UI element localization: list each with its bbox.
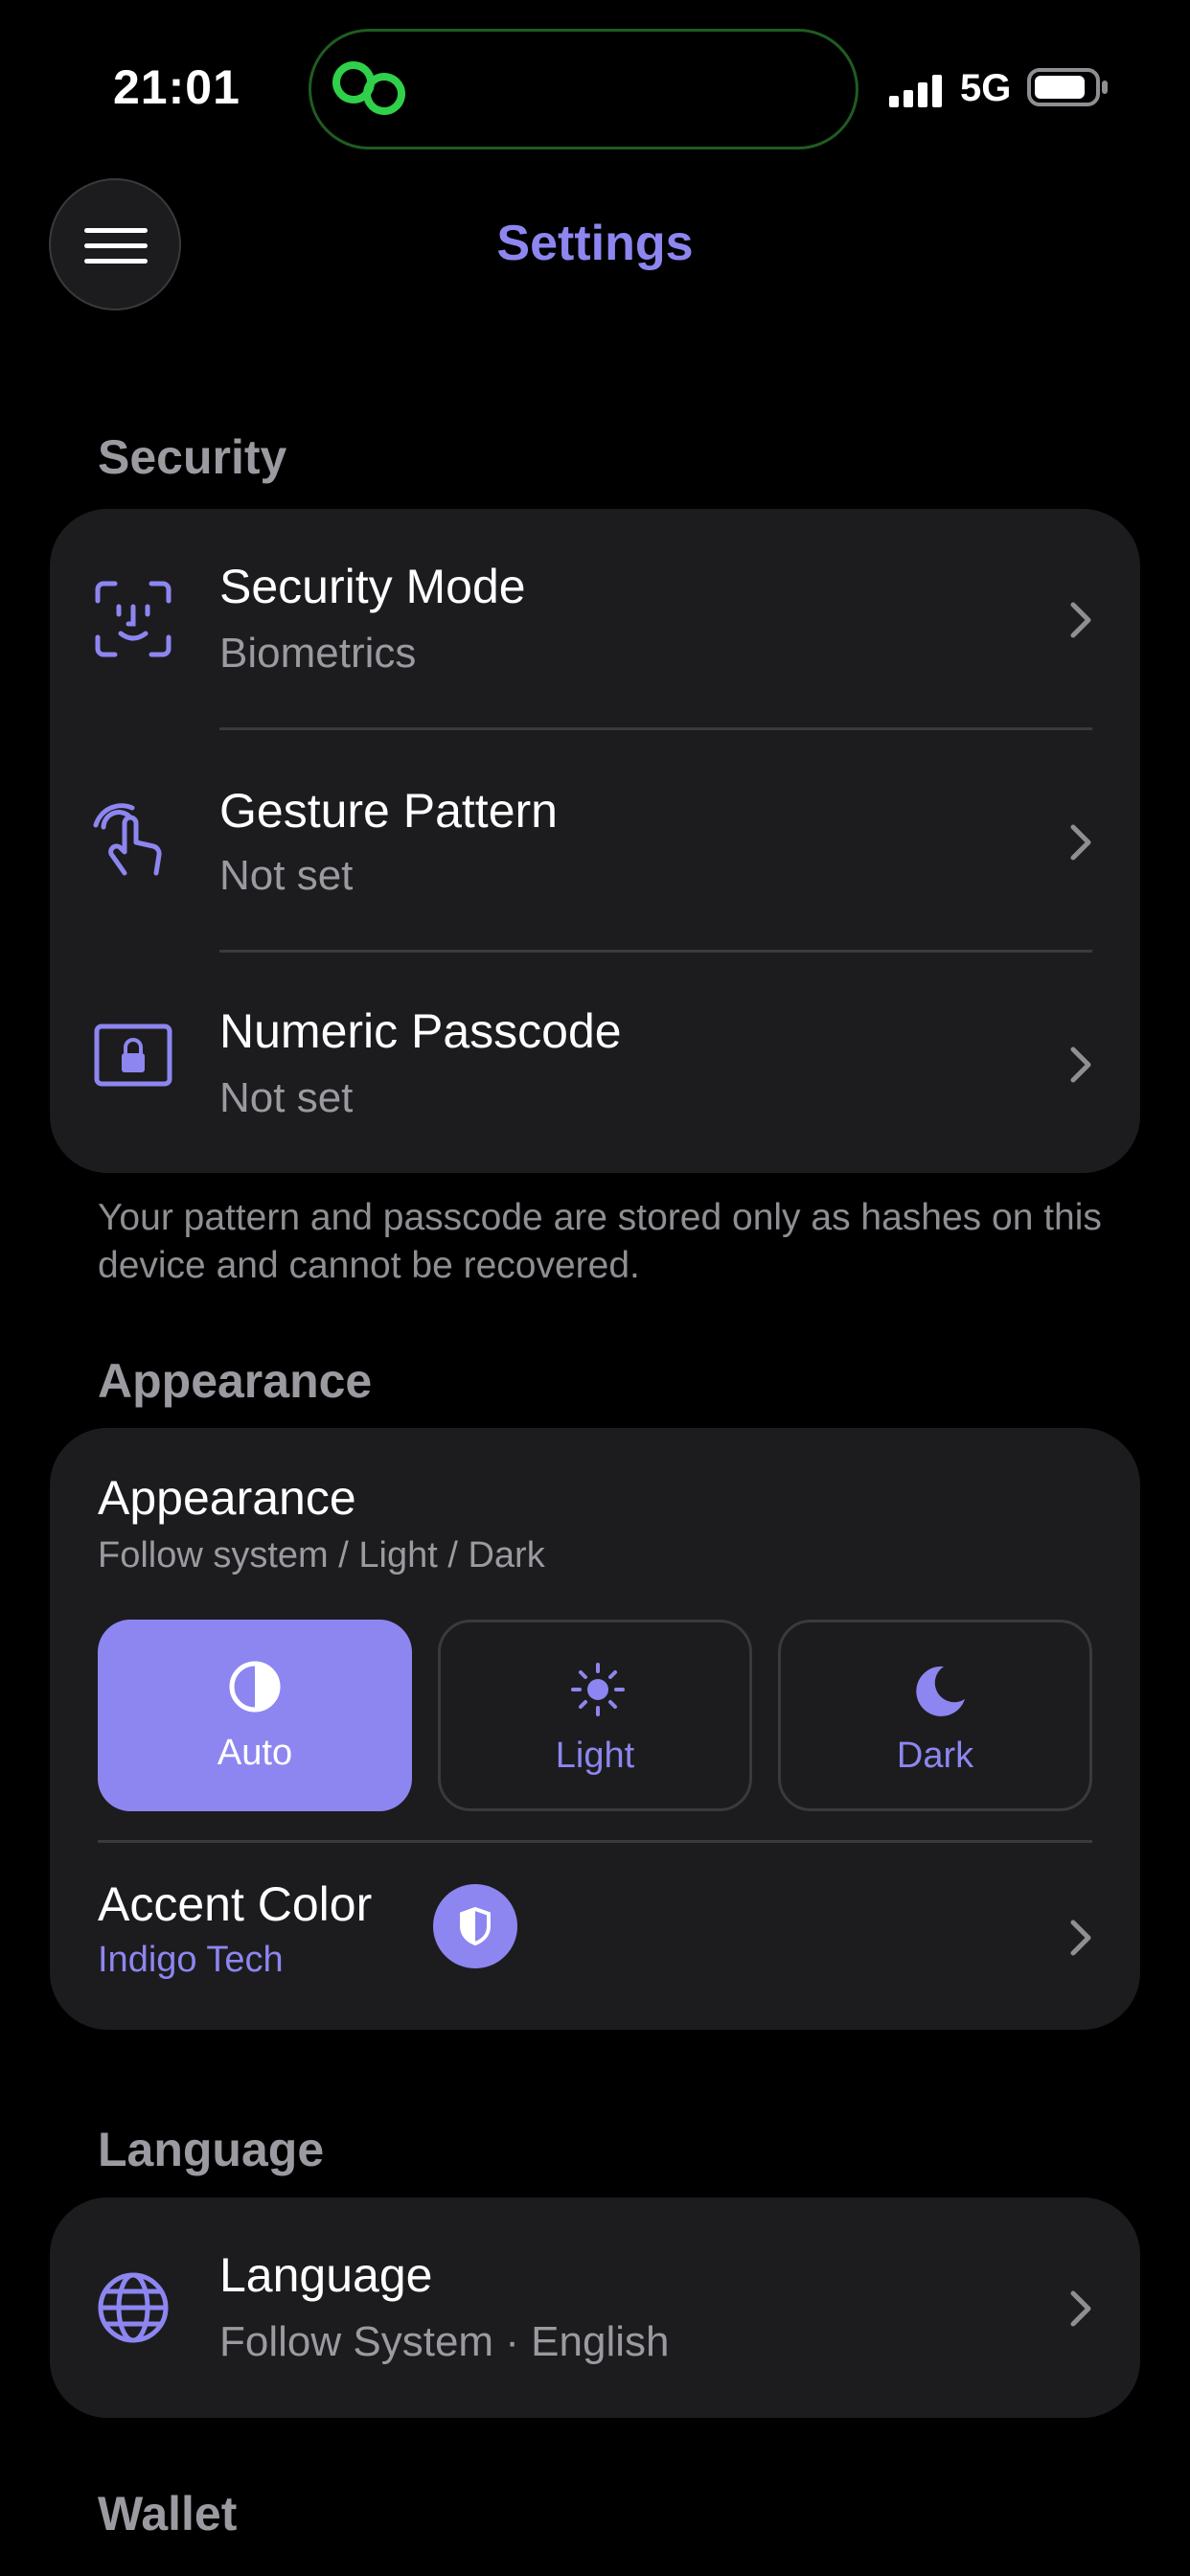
appearance-option-dark[interactable]: Dark bbox=[778, 1620, 1092, 1811]
chevron-right-icon bbox=[1070, 602, 1091, 638]
security-mode-row[interactable]: Security Mode Biometrics bbox=[50, 509, 1140, 731]
accent-color-title: Accent Color bbox=[98, 1877, 373, 1931]
language-title: Language bbox=[219, 2248, 433, 2302]
appearance-title: Appearance bbox=[98, 1471, 356, 1525]
gesture-pattern-row[interactable]: Gesture Pattern Not set bbox=[50, 731, 1140, 954]
numeric-passcode-title: Numeric Passcode bbox=[219, 1004, 622, 1058]
section-header-wallet: Wallet bbox=[98, 2487, 238, 2541]
accent-color-row[interactable]: Accent Color Indigo Tech bbox=[50, 1844, 1140, 2030]
network-type: 5G bbox=[960, 67, 1012, 109]
accent-color-value: Indigo Tech bbox=[98, 1940, 284, 1980]
appearance-card: Appearance Follow system / Light / Dark … bbox=[50, 1428, 1140, 2030]
globe-icon bbox=[98, 2272, 169, 2343]
appearance-option-label: Dark bbox=[896, 1736, 974, 1776]
security-card: Security Mode Biometrics Gesture Pattern… bbox=[50, 509, 1140, 1173]
link-activity-icon bbox=[332, 61, 405, 115]
security-mode-value: Biometrics bbox=[219, 630, 417, 677]
status-time: 21:01 bbox=[113, 60, 240, 114]
face-id-icon bbox=[95, 581, 172, 657]
section-header-security: Security bbox=[98, 430, 287, 484]
divider bbox=[219, 727, 1092, 730]
security-mode-title: Security Mode bbox=[219, 560, 526, 613]
sun-icon bbox=[571, 1663, 625, 1716]
cellular-signal-icon bbox=[889, 75, 942, 107]
security-note: Your pattern and passcode are stored onl… bbox=[98, 1197, 1102, 1286]
language-card: Language Follow System · English bbox=[50, 2197, 1140, 2418]
numeric-passcode-row[interactable]: Numeric Passcode Not set bbox=[50, 954, 1140, 1173]
chevron-right-icon bbox=[1070, 1920, 1091, 1956]
lock-icon bbox=[94, 1024, 172, 1087]
chevron-right-icon bbox=[1070, 824, 1091, 861]
appearance-option-auto[interactable]: Auto bbox=[98, 1620, 412, 1811]
page-title: Settings bbox=[496, 216, 694, 271]
section-header-language: Language bbox=[98, 2123, 325, 2176]
gesture-pattern-value: Not set bbox=[219, 852, 354, 899]
section-header-appearance: Appearance bbox=[98, 1354, 373, 1408]
chevron-right-icon bbox=[1070, 2290, 1091, 2327]
appearance-subtitle: Follow system / Light / Dark bbox=[98, 1535, 545, 1576]
divider bbox=[219, 950, 1092, 953]
numeric-passcode-value: Not set bbox=[219, 1074, 354, 1121]
chevron-right-icon bbox=[1070, 1046, 1091, 1083]
appearance-option-light[interactable]: Light bbox=[438, 1620, 752, 1811]
accent-color-swatch bbox=[433, 1884, 517, 1968]
shield-icon bbox=[460, 1906, 491, 1946]
appearance-option-label: Light bbox=[555, 1736, 635, 1776]
divider bbox=[98, 1840, 1092, 1843]
half-circle-icon bbox=[229, 1661, 281, 1713]
gesture-pattern-title: Gesture Pattern bbox=[219, 784, 558, 838]
battery-icon bbox=[1027, 68, 1108, 106]
language-value: Follow System · English bbox=[219, 2318, 670, 2365]
hand-gesture-icon bbox=[93, 803, 162, 876]
language-row[interactable]: Language Follow System · English bbox=[50, 2197, 1140, 2418]
moon-icon bbox=[916, 1666, 965, 1716]
appearance-option-label: Auto bbox=[217, 1733, 293, 1773]
